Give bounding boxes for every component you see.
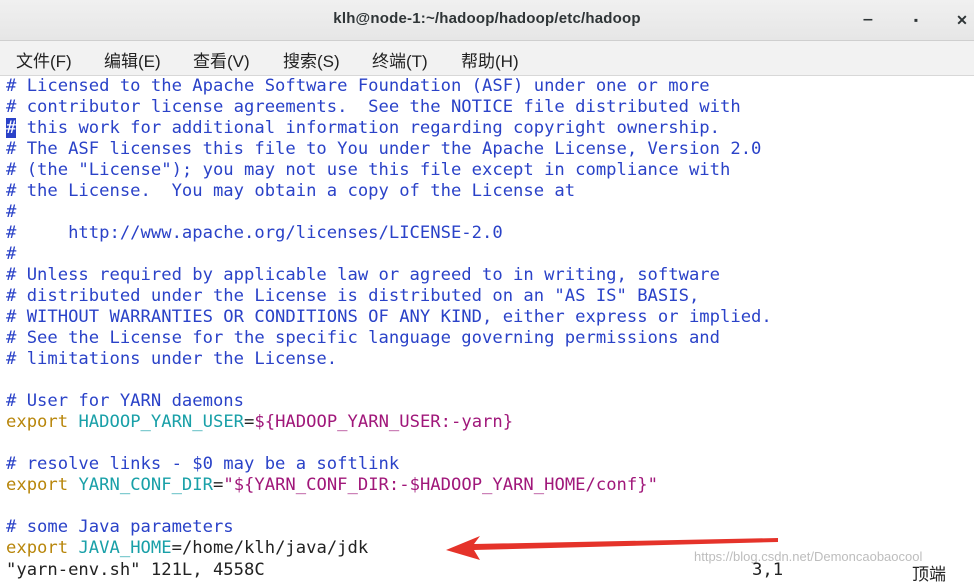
menu-help[interactable]: 帮助(H)	[461, 47, 519, 72]
text-cursor: #	[6, 118, 17, 138]
code-line: # User for YARN daemons	[6, 391, 244, 411]
menu-bar: 文件(F) 编辑(E) 查看(V) 搜索(S) 终端(T) 帮助(H)	[0, 41, 974, 76]
keyword: export	[6, 475, 69, 495]
minimize-icon: ‒	[863, 11, 873, 28]
code-line: # Unless required by applicable law or a…	[6, 265, 720, 285]
menu-view[interactable]: 查看(V)	[193, 47, 250, 72]
menu-file[interactable]: 文件(F)	[16, 47, 72, 72]
operator: =	[244, 412, 255, 432]
code-line: # the License. You may obtain a copy of …	[6, 181, 576, 201]
cursor-position: 3,1	[752, 560, 784, 580]
variable-name: JAVA_HOME	[78, 538, 172, 558]
operator: =	[171, 538, 182, 558]
code-line: # Licensed to the Apache Software Founda…	[6, 76, 710, 96]
code-line: # contributor license agreements. See th…	[6, 97, 741, 117]
code-line: # WITHOUT WARRANTIES OR CONDITIONS OF AN…	[6, 307, 772, 327]
menu-edit[interactable]: 编辑(E)	[104, 47, 161, 72]
code-line: # http://www.apache.org/licenses/LICENSE…	[6, 223, 503, 243]
code-line: # The ASF licenses this file to You unde…	[6, 139, 762, 159]
code-line: export HADOOP_YARN_USER=${HADOOP_YARN_US…	[6, 412, 513, 433]
keyword: export	[6, 538, 69, 558]
window-title: klh@node-1:~/hadoop/hadoop/etc/hadoop	[333, 10, 641, 27]
variable-name: HADOOP_YARN_USER	[78, 412, 245, 432]
minimize-button[interactable]: ‒	[856, 8, 880, 32]
code-line: # resolve links - $0 may be a softlink	[6, 454, 400, 474]
code-line: export YARN_CONF_DIR="${YARN_CONF_DIR:-$…	[6, 475, 658, 496]
code-line: # distributed under the License is distr…	[6, 286, 700, 306]
variable-value: "${YARN_CONF_DIR:-$HADOOP_YARN_HOME/conf…	[223, 475, 658, 495]
variable-name: YARN_CONF_DIR	[78, 475, 213, 495]
menu-terminal[interactable]: 终端(T)	[372, 47, 428, 72]
title-bar: klh@node-1:~/hadoop/hadoop/etc/hadoop ‒ …	[0, 0, 974, 41]
close-icon: ✕	[956, 11, 968, 28]
close-button[interactable]: ✕	[950, 8, 974, 32]
code-line: # (the "License"); you may not use this …	[6, 160, 731, 180]
red-arrow-icon	[446, 536, 778, 560]
code-line: #	[6, 202, 17, 222]
code-line: # some Java parameters	[6, 517, 234, 537]
operator: =	[212, 475, 224, 495]
keyword: export	[6, 412, 69, 432]
code-line: #	[6, 244, 17, 264]
code-line: # limitations under the License.	[6, 349, 338, 369]
code-line: # See the License for the specific langu…	[6, 328, 720, 348]
code-line: export JAVA_HOME=/home/klh/java/jdk	[6, 538, 368, 559]
code-line: # this work for additional information r…	[6, 118, 720, 139]
code-text: this work for additional information reg…	[16, 118, 721, 138]
maximize-button[interactable]: ▪	[904, 8, 928, 32]
terminal-area[interactable]: # Licensed to the Apache Software Founda…	[0, 76, 974, 578]
variable-value: ${HADOOP_YARN_USER:-yarn}	[254, 412, 514, 432]
maximize-icon: ▪	[913, 13, 919, 27]
menu-search[interactable]: 搜索(S)	[283, 47, 340, 72]
scroll-position: 顶端	[912, 565, 946, 585]
variable-value: /home/klh/java/jdk	[181, 538, 369, 558]
